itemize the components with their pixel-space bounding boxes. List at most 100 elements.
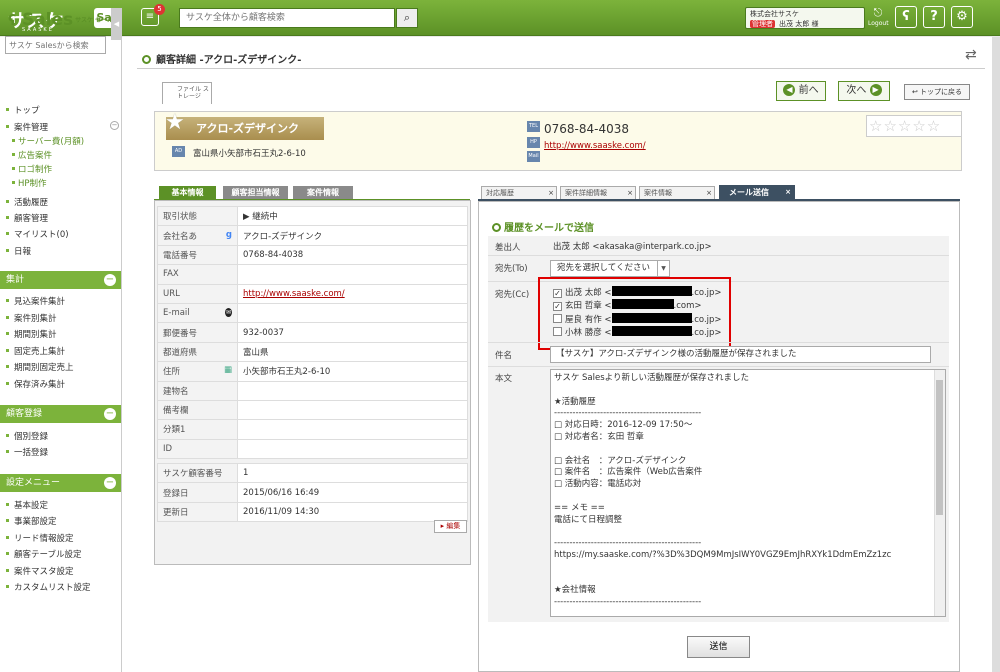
rating-stars[interactable]: ☆☆☆☆☆ xyxy=(866,115,962,137)
sidebar-item-settings[interactable]: 案件マスタ設定 xyxy=(6,565,74,577)
mail-heading: 履歴をメールで送信 xyxy=(492,219,594,234)
company-name: 株式会社サスケ xyxy=(750,10,799,18)
sidebar-item-settings[interactable]: カスタムリスト設定 xyxy=(6,581,91,593)
collapse-icon[interactable]: − xyxy=(110,121,119,130)
close-icon[interactable]: × xyxy=(548,187,554,199)
mail-send-icon[interactable]: ✉ xyxy=(224,308,232,318)
table-row: 電話番号 0768-84-4038 xyxy=(157,244,468,266)
table-row: URL http://www.saaske.com/ xyxy=(157,283,468,304)
sidebar-item-logo[interactable]: ロゴ制作 xyxy=(11,163,52,175)
customer-name: アクロ-ズデザインク xyxy=(166,117,324,140)
table-row: E-mail ✉ xyxy=(157,302,468,324)
sidebar-item-top[interactable]: トップ xyxy=(6,104,40,116)
body-text: サスケ Salesより新しい活動履歴が保存されました ★活動履歴 -------… xyxy=(554,373,892,608)
sidebar-search-input[interactable] xyxy=(5,36,106,54)
subject-input[interactable]: 【サスケ】アクロ-ズデザインク様の活動履歴が保存されました xyxy=(550,346,931,363)
chevron-down-icon: ▼ xyxy=(657,261,669,276)
sidebar-item-ad[interactable]: 広告案件 xyxy=(11,149,52,161)
logout-icon: ⎋ xyxy=(873,6,883,19)
sidebar-item-summary[interactable]: 期間別固定売上 xyxy=(6,361,74,373)
body-textarea[interactable]: サスケ Salesより新しい活動履歴が保存されました ★活動履歴 -------… xyxy=(550,369,946,617)
mail-icon: Mail xyxy=(527,151,540,162)
tab-contact-info[interactable]: 顧客担当情報 xyxy=(223,186,288,200)
tab-project[interactable]: 案件情報 × xyxy=(639,186,715,200)
table-row: 会社名あ g アクロ-ズデザインク xyxy=(157,225,468,246)
page-title: 顧客詳細 -アクロ-ズデザインク- xyxy=(142,51,301,66)
sender-value: 出茂 太郎 <akasaka@interpark.co.jp> xyxy=(553,242,712,252)
close-icon[interactable]: × xyxy=(706,187,712,199)
table-row: 取引状態 ▶ 継続中 xyxy=(157,205,468,227)
global-search-input[interactable] xyxy=(179,8,395,28)
sidebar-collapse-button[interactable]: ◀ xyxy=(111,8,122,40)
file-storage-tab[interactable]: ファイル ストレージ xyxy=(162,82,212,104)
chevron-left-icon: ◀ xyxy=(783,84,796,96)
sidebar-item-hp[interactable]: HP制作 xyxy=(12,177,47,189)
body-label: 本文 xyxy=(495,374,513,384)
sidebar-item-server[interactable]: サーバー費(月額) xyxy=(11,135,84,147)
close-icon[interactable]: × xyxy=(785,185,791,200)
customer-hp-link[interactable]: http://www.saaske.com/ xyxy=(544,141,646,151)
sidebar-item-settings[interactable]: 事業部設定 xyxy=(6,515,57,527)
tab-project-info[interactable]: 案件情報 xyxy=(293,186,353,200)
table-row: 建物名 xyxy=(157,380,468,401)
page-scrollbar[interactable] xyxy=(992,37,1000,672)
collapse-icon[interactable]: − xyxy=(104,274,116,286)
sidebar-item-summary[interactable]: 案件別集計 xyxy=(6,312,57,324)
divider xyxy=(488,366,949,367)
tab-project-detail[interactable]: 案件詳細情報 × xyxy=(560,186,636,200)
chevron-right-icon: ▶ xyxy=(869,84,882,96)
divider xyxy=(488,255,949,256)
sidebar-item-summary[interactable]: 固定売上集計 xyxy=(5,345,65,357)
collapse-icon[interactable]: − xyxy=(104,408,116,420)
to-select[interactable]: 宛先を選択してください ▼ xyxy=(550,260,670,277)
saaske-home-icon[interactable]: ʕ xyxy=(895,6,917,28)
body-scroll-thumb[interactable] xyxy=(936,380,943,515)
send-button[interactable]: 送信 xyxy=(687,636,750,658)
map-icon[interactable]: ▦ xyxy=(224,365,232,375)
sidebar-section-registration[interactable]: 顧客登録 − xyxy=(0,405,121,423)
user-info[interactable]: 株式会社サスケ 管理者 出茂 太郎 様 xyxy=(745,7,865,29)
back-to-top-button[interactable]: ↩ トップに戻る xyxy=(904,84,970,100)
sidebar-item-project[interactable]: 案件管理 xyxy=(5,121,48,133)
sidebar-section-summary[interactable]: 集計 − xyxy=(0,271,121,289)
homepage-icon: HP xyxy=(527,137,540,148)
refresh-icon[interactable]: ⇄ xyxy=(965,47,977,63)
prev-button[interactable]: ◀ 前へ xyxy=(776,81,826,101)
table-row: 備考欄 xyxy=(157,399,468,421)
tab-basic-info[interactable]: 基本情報 xyxy=(159,186,216,200)
subject-label: 件名 xyxy=(495,351,513,361)
sidebar-item-settings[interactable]: 基本設定 xyxy=(5,499,48,511)
basic-info-table: 取引状態 ▶ 継続中 会社名あ g アクロ-ズデザインク 電話番号 0768-84-40… xyxy=(157,205,468,460)
help-icon[interactable]: ? xyxy=(923,6,945,28)
sidebar-item-customers[interactable]: 顧客管理 xyxy=(5,212,48,224)
sidebar-item-daily[interactable]: 日報 xyxy=(5,245,31,257)
tab-mail-send[interactable]: メール送信 × xyxy=(719,185,795,200)
edit-button[interactable]: ▸ 編集 xyxy=(434,520,467,533)
sidebar-item-register[interactable]: 個別登録 xyxy=(5,430,48,442)
collapse-icon[interactable]: − xyxy=(104,477,116,489)
star-icon[interactable]: ★ xyxy=(165,110,185,135)
sidebar-item-summary[interactable]: 期間別集計 xyxy=(6,328,57,340)
url-link[interactable]: http://www.saaske.com/ xyxy=(237,283,468,304)
next-button[interactable]: 次へ ▶ xyxy=(838,81,890,101)
sidebar-item-activity[interactable]: 活動履歴 xyxy=(5,196,48,208)
gear-icon[interactable]: ⚙ xyxy=(951,6,973,28)
phone-icon: TEL xyxy=(527,121,540,132)
sidebar-item-summary[interactable]: 見込案件集計 xyxy=(5,295,65,307)
sidebar-section-settings[interactable]: 設定メニュー − xyxy=(0,474,121,492)
to-label: 宛先(To) xyxy=(495,264,528,274)
sidebar-item-settings[interactable]: 顧客テーブル設定 xyxy=(6,548,82,560)
sidebar-item-register[interactable]: 一括登録 xyxy=(5,446,48,458)
sidebar-item-summary[interactable]: 保存済み集計 xyxy=(5,378,65,390)
sidebar-item-mylist[interactable]: マイリスト(0) xyxy=(6,228,69,240)
sidebar-item-settings[interactable]: リード情報設定 xyxy=(6,532,74,544)
google-icon[interactable]: g xyxy=(226,230,232,240)
tab-history[interactable]: 対応履歴 × xyxy=(481,186,557,200)
close-icon[interactable]: × xyxy=(627,187,633,199)
logout-button[interactable]: ⎋ Logout xyxy=(868,6,889,30)
table-row: 都道府県 富山県 xyxy=(157,341,468,363)
divider xyxy=(488,342,949,343)
user-name: 出茂 太郎 様 xyxy=(779,20,819,28)
cc-label: 宛先(Cc) xyxy=(495,290,530,300)
search-icon[interactable]: ⌕ xyxy=(396,8,418,28)
